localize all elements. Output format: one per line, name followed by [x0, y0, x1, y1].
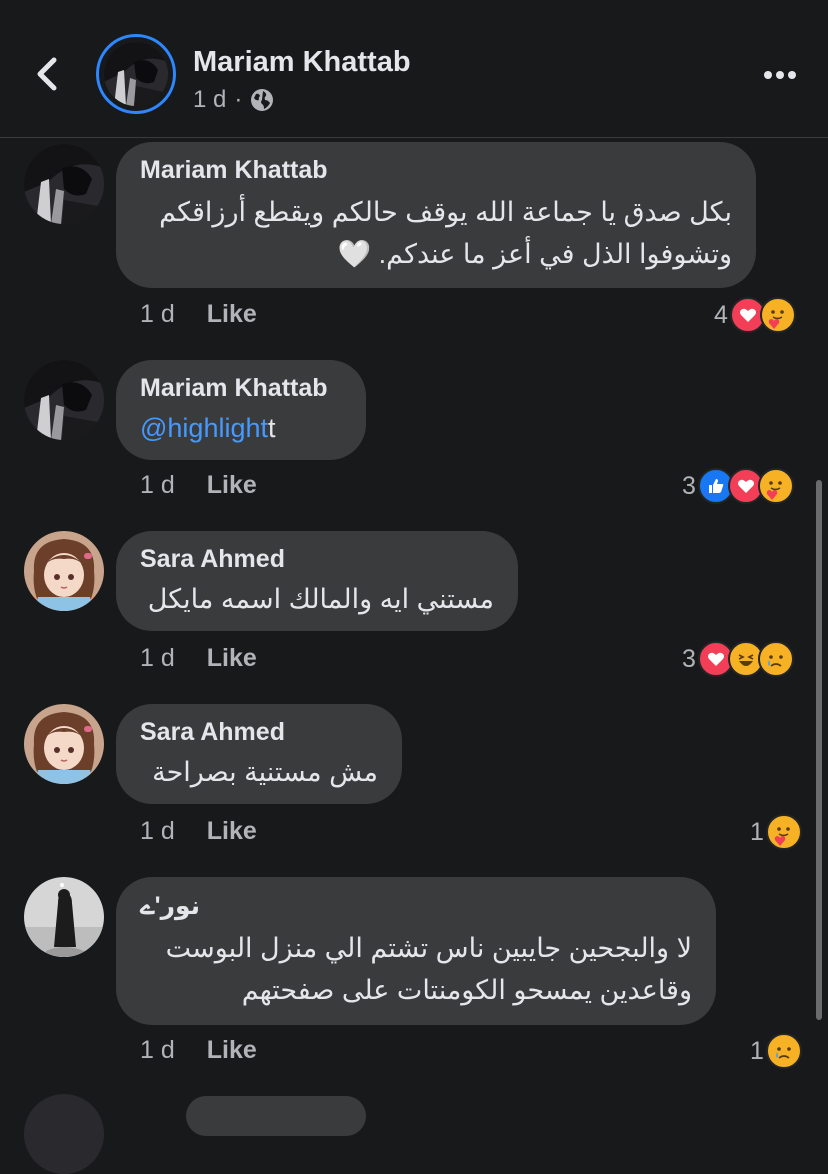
reaction-count: 1 [750, 1036, 764, 1065]
comment-text-line: مستني ايه والمالك اسمه مايكل [147, 584, 494, 614]
like-button[interactable]: Like [207, 300, 257, 329]
mention-link[interactable]: @highlight [140, 413, 268, 443]
commenter-avatar[interactable] [24, 144, 104, 224]
comment-author[interactable]: Mariam Khattab [140, 374, 342, 403]
scrollbar[interactable] [816, 480, 822, 1020]
post-meta: 1 d · [193, 86, 274, 114]
comment-text-line: لا والبجحين جايبين ناس تشتم الي منزل الب… [165, 933, 692, 963]
care-reaction-icon [757, 468, 794, 504]
sad-reaction-icon [757, 641, 794, 677]
comment-time: 1 d [140, 817, 175, 845]
comment-time: 1 d [140, 471, 175, 499]
reaction-summary[interactable]: 1 [750, 1033, 802, 1069]
reaction-count: 4 [714, 300, 728, 329]
like-button[interactable]: Like [207, 1036, 257, 1065]
reaction-summary[interactable]: 4 [714, 297, 796, 333]
commenter-avatar[interactable] [24, 531, 104, 611]
comment-author[interactable]: Mariam Khattab [140, 156, 732, 185]
comment-actions: 1 d Like [140, 471, 257, 500]
comment-actions: 1 d Like [140, 300, 257, 329]
globe-icon [251, 89, 274, 111]
post-header: Mariam Khattab 1 d · [0, 0, 828, 138]
reaction-summary[interactable]: 3 [682, 468, 794, 504]
comment-actions: 1 d Like [140, 1036, 257, 1065]
comment-actions: 1 d Like [140, 817, 257, 846]
reaction-count: 3 [682, 644, 696, 673]
like-button[interactable]: Like [207, 644, 257, 673]
comment-actions: 1 d Like [140, 644, 257, 673]
sad-reaction-icon [765, 1033, 802, 1069]
comment-text: @highlightt [140, 407, 342, 449]
meta-separator: · [234, 86, 243, 113]
like-button[interactable]: Like [207, 817, 257, 846]
mention-tail: t [268, 413, 276, 443]
comment-text-line: بكل صدق يا جماعة الله يوقف حالكم ويقطع أ… [159, 197, 732, 227]
comment-text-line: وتشوفوا الذل في أعز ما عندكم. 🤍 [337, 239, 732, 269]
comment-time: 1 d [140, 644, 175, 672]
comment-bubble[interactable]: Mariam Khattab بكل صدق يا جماعة الله يوق… [116, 142, 756, 288]
like-button[interactable]: Like [207, 471, 257, 500]
next-comment-bubble[interactable] [186, 1096, 366, 1136]
commenter-avatar[interactable] [24, 360, 104, 440]
reaction-summary[interactable]: 1 [750, 814, 802, 850]
comment-author[interactable]: Sara Ahmed [140, 718, 378, 747]
reaction-summary[interactable]: 3 [682, 641, 794, 677]
author-name[interactable]: Mariam Khattab [193, 46, 411, 79]
comment-author[interactable]: Sara Ahmed [140, 545, 494, 574]
comment-bubble[interactable]: Mariam Khattab @highlightt [116, 360, 366, 460]
comment-time: 1 d [140, 1036, 175, 1064]
comment-text-line: مش مستنية بصراحة [152, 757, 378, 787]
commenter-avatar[interactable] [24, 877, 104, 957]
reaction-count: 1 [750, 817, 764, 846]
comment-time: 1 d [140, 300, 175, 328]
post-time: 1 d [193, 86, 227, 113]
comment-bubble[interactable]: Sara Ahmed مستني ايه والمالك اسمه مايكل [116, 531, 518, 631]
comment-bubble[interactable]: نور'ے لا والبجحين جايبين ناس تشتم الي من… [116, 877, 716, 1025]
reaction-count: 3 [682, 471, 696, 500]
more-dots-icon [764, 71, 796, 79]
commenter-avatar[interactable] [24, 704, 104, 784]
care-reaction-icon [765, 814, 802, 850]
care-reaction-icon [759, 297, 796, 333]
next-comment-avatar[interactable] [24, 1094, 104, 1174]
author-avatar[interactable] [96, 34, 176, 114]
back-button[interactable] [30, 52, 64, 96]
comment-author[interactable]: نور'ے [140, 891, 692, 921]
more-options-button[interactable] [760, 60, 800, 90]
comment-text-line: وقاعدين يمسحو الكومنتات على صفحتهم [241, 975, 692, 1005]
chevron-left-icon [37, 57, 57, 91]
comment-bubble[interactable]: Sara Ahmed مش مستنية بصراحة [116, 704, 402, 804]
